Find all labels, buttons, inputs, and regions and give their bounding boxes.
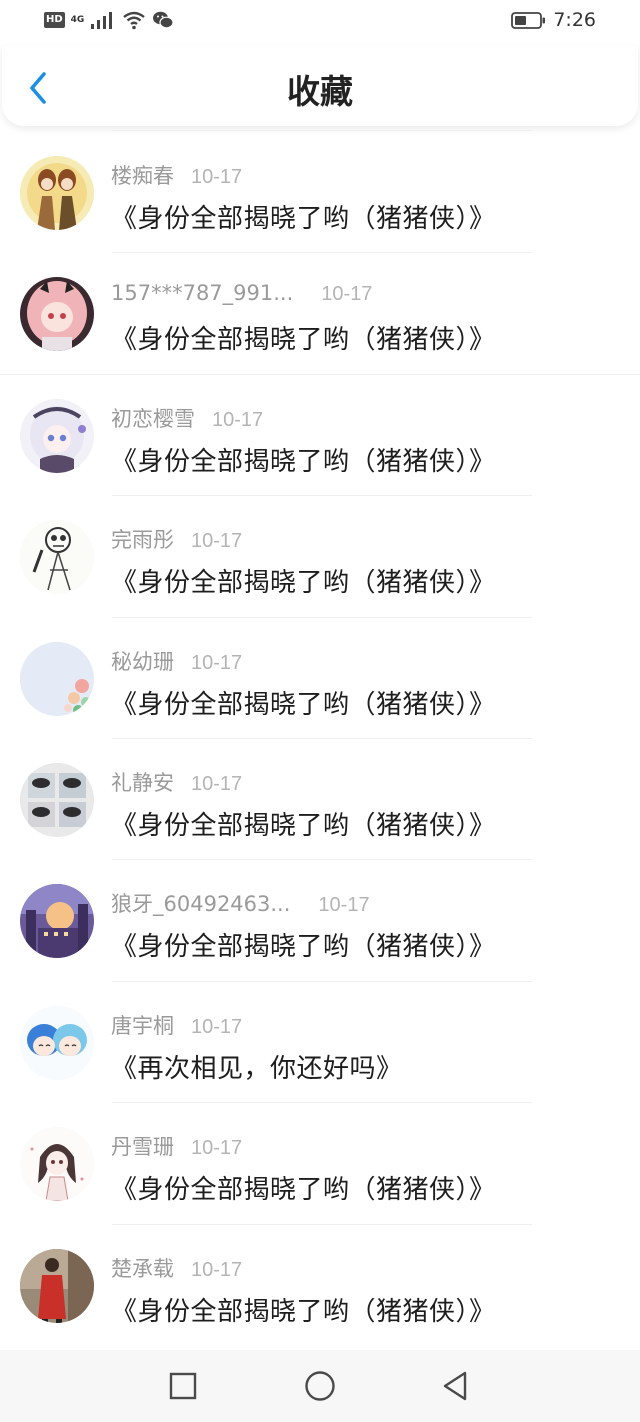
- avatar[interactable]: [20, 1248, 94, 1323]
- user-name[interactable]: 丹雪珊: [111, 1131, 174, 1161]
- user-name[interactable]: 完雨彤: [111, 524, 174, 554]
- page-title: 收藏: [287, 72, 353, 111]
- user-name[interactable]: 秘幼珊: [111, 646, 174, 676]
- avatar[interactable]: [20, 641, 94, 716]
- favorites-list: 楼痴春 10-17 《身份全部揭晓了哟（猪猪侠）》 157***787_991.…: [0, 132, 640, 1346]
- list-item[interactable]: 唐宇桐 10-17 《再次相见，你还好吗》: [0, 982, 640, 1104]
- post-date: 10-17: [191, 1137, 243, 1160]
- avatar[interactable]: [20, 1005, 94, 1080]
- book-title[interactable]: 《身份全部揭晓了哟（猪猪侠）》: [111, 805, 496, 842]
- name-line: 完雨彤 10-17: [111, 524, 242, 554]
- name-line: 丹雪珊 10-17: [111, 1131, 242, 1161]
- name-line: 初恋樱雪 10-17: [111, 403, 263, 433]
- avatar[interactable]: [20, 762, 94, 837]
- signal-icon: [91, 12, 113, 29]
- list-top-divider: [112, 130, 532, 131]
- avatar-anime-white-hair-icon: [20, 398, 94, 473]
- recent-apps-button[interactable]: [165, 1368, 201, 1404]
- header-bar: 收藏: [2, 46, 638, 126]
- name-line: 秘幼珊 10-17: [111, 646, 242, 676]
- hd-badge: HD: [44, 12, 65, 28]
- avatar[interactable]: [20, 884, 94, 959]
- avatar-sketch-girl-icon: [20, 1127, 94, 1202]
- post-date: 10-17: [191, 772, 243, 795]
- home-icon: [305, 1371, 335, 1401]
- avatar[interactable]: [20, 156, 94, 230]
- avatar-anime-pink-girl-icon: [20, 277, 94, 352]
- status-left: HD 4G: [44, 10, 174, 30]
- wechat-icon: [153, 11, 174, 29]
- book-title[interactable]: 《身份全部揭晓了哟（猪猪侠）》: [111, 684, 496, 721]
- post-date: 10-17: [191, 530, 243, 553]
- avatar-sunset-city-icon: [20, 884, 94, 959]
- name-line: 狼牙_60492463... 10-17: [111, 888, 370, 918]
- status-right: 7:26: [511, 9, 596, 31]
- list-item[interactable]: 礼静安 10-17 《身份全部揭晓了哟（猪猪侠）》: [0, 739, 640, 861]
- post-date: 10-17: [321, 283, 373, 306]
- name-line: 唐宇桐 10-17: [111, 1010, 242, 1040]
- name-line: 楚承载 10-17: [111, 1253, 242, 1283]
- name-line: 楼痴春 10-17: [111, 160, 242, 190]
- book-title[interactable]: 《身份全部揭晓了哟（猪猪侠）》: [111, 1291, 496, 1328]
- avatar-photo-grid-icon: [20, 762, 94, 837]
- post-date: 10-17: [212, 408, 264, 431]
- status-bar: HD 4G 7:26: [0, 0, 640, 44]
- wifi-icon: [123, 11, 146, 30]
- network-label: 4G: [70, 15, 85, 25]
- avatar-illustration-two-girls-icon: [20, 156, 94, 230]
- post-date: 10-17: [318, 894, 370, 917]
- post-date: 10-17: [191, 166, 243, 188]
- book-title[interactable]: 《再次相见，你还好吗》: [111, 1048, 403, 1085]
- post-date: 10-17: [191, 651, 243, 674]
- user-name[interactable]: 唐宇桐: [111, 1010, 174, 1040]
- book-title[interactable]: 《身份全部揭晓了哟（猪猪侠）》: [111, 926, 496, 963]
- post-date: 10-17: [191, 1258, 243, 1281]
- list-item[interactable]: 完雨彤 10-17 《身份全部揭晓了哟（猪猪侠）》: [0, 496, 640, 618]
- book-title[interactable]: 《身份全部揭晓了哟（猪猪侠）》: [111, 198, 496, 235]
- recent-apps-icon: [169, 1372, 197, 1400]
- list-item[interactable]: 157***787_991... 10-17 《身份全部揭晓了哟（猪猪侠）》: [0, 253, 640, 375]
- list-item[interactable]: 楼痴春 10-17 《身份全部揭晓了哟（猪猪侠）》: [0, 132, 640, 254]
- battery-icon: [511, 12, 546, 29]
- post-date: 10-17: [191, 1015, 243, 1038]
- system-nav-bar: [0, 1350, 640, 1422]
- user-name[interactable]: 礼静安: [111, 767, 174, 797]
- avatar[interactable]: [20, 1127, 94, 1202]
- user-name[interactable]: 狼牙_60492463...: [111, 888, 290, 918]
- avatar-sketch-skeleton-icon: [20, 520, 94, 595]
- name-line: 157***787_991... 10-17: [111, 281, 372, 306]
- name-line: 礼静安 10-17: [111, 767, 242, 797]
- avatar-photo-red-coat-icon: [20, 1248, 94, 1323]
- avatar[interactable]: [20, 277, 94, 352]
- user-name[interactable]: 楼痴春: [111, 160, 174, 190]
- book-title[interactable]: 《身份全部揭晓了哟（猪猪侠）》: [111, 1169, 496, 1206]
- back-triangle-icon: [443, 1371, 467, 1401]
- list-item[interactable]: 初恋樱雪 10-17 《身份全部揭晓了哟（猪猪侠）》: [0, 375, 640, 497]
- list-item[interactable]: 丹雪珊 10-17 《身份全部揭晓了哟（猪猪侠）》: [0, 1103, 640, 1225]
- user-name[interactable]: 初恋樱雪: [111, 403, 195, 433]
- book-title[interactable]: 《身份全部揭晓了哟（猪猪侠）》: [111, 441, 496, 478]
- avatar[interactable]: [20, 520, 94, 595]
- list-item[interactable]: 狼牙_60492463... 10-17 《身份全部揭晓了哟（猪猪侠）》: [0, 860, 640, 982]
- list-item[interactable]: 楚承载 10-17 《身份全部揭晓了哟（猪猪侠）》: [0, 1225, 640, 1346]
- avatar-chibi-blue-hair-icon: [20, 1005, 94, 1080]
- book-title[interactable]: 《身份全部揭晓了哟（猪猪侠）》: [111, 319, 496, 356]
- list-item[interactable]: 秘幼珊 10-17 《身份全部揭晓了哟（猪猪侠）》: [0, 618, 640, 739]
- avatar-flowers-icon: [20, 641, 94, 716]
- book-title[interactable]: 《身份全部揭晓了哟（猪猪侠）》: [111, 562, 496, 599]
- user-name[interactable]: 157***787_991...: [111, 281, 293, 305]
- avatar[interactable]: [20, 398, 94, 473]
- user-name[interactable]: 楚承载: [111, 1253, 174, 1283]
- status-time: 7:26: [553, 9, 596, 31]
- home-button[interactable]: [302, 1368, 338, 1404]
- back-nav-button[interactable]: [437, 1368, 473, 1404]
